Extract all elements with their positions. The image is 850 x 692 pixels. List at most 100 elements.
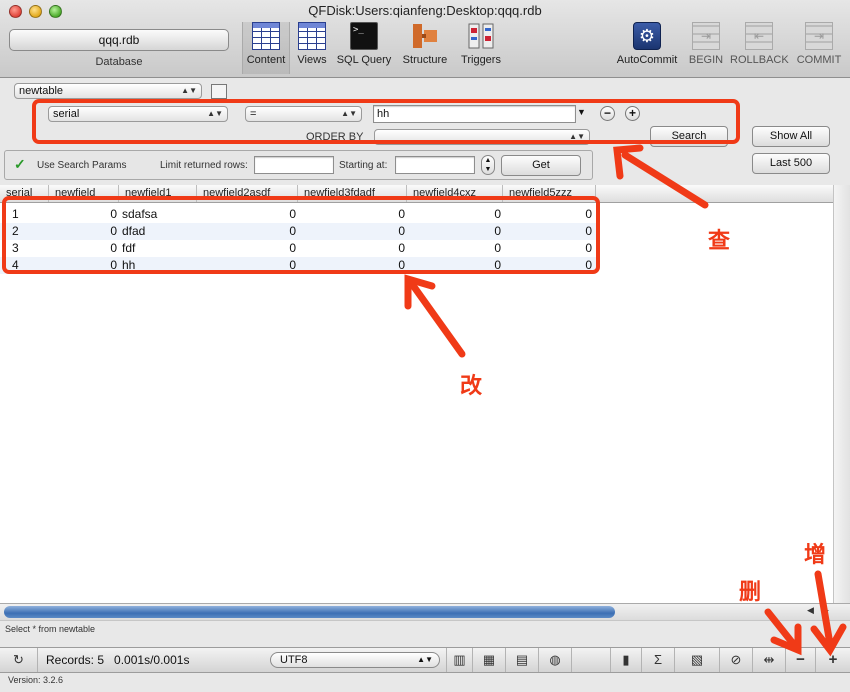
horizontal-scrollbar[interactable]: ◀ ▶ xyxy=(0,603,850,620)
table-header: serial newfield newfield1 newfield2asdf … xyxy=(0,185,833,203)
table-cell[interactable]: fdf xyxy=(122,240,196,257)
column-header[interactable]: newfield1 xyxy=(119,185,197,202)
toolbar-commit-button[interactable]: ⇥ COMMIT xyxy=(794,22,844,74)
table-cell[interactable]: 1 xyxy=(12,206,48,223)
delete-row-button[interactable]: − xyxy=(786,648,816,672)
table-cell[interactable]: sdafsa xyxy=(122,206,196,223)
table-cell[interactable]: 0 xyxy=(298,206,407,223)
table-cell[interactable]: 0 xyxy=(197,240,298,257)
table-cell[interactable]: 3 xyxy=(12,240,48,257)
toolbar-structure-button[interactable]: Structure xyxy=(398,22,452,74)
toolbar-commit-label: COMMIT xyxy=(796,54,842,66)
table-cell[interactable]: 0 xyxy=(298,257,407,274)
toolbar-sql-query-button[interactable]: >_ SQL Query xyxy=(334,22,394,74)
horizontal-scroll-thumb[interactable] xyxy=(4,606,615,618)
table-cell[interactable]: 0 xyxy=(298,223,407,240)
column-header[interactable]: newfield5zzz xyxy=(503,185,596,202)
modify-annotation: 改 xyxy=(460,374,483,399)
remove-criteria-button[interactable]: − xyxy=(600,106,615,121)
add-annotation: 增 xyxy=(804,543,827,568)
checkmark-icon[interactable]: ✓ xyxy=(14,156,26,173)
refresh-icon[interactable]: ↻ xyxy=(0,648,38,672)
get-button[interactable]: Get xyxy=(501,155,581,176)
add-row-button[interactable]: + xyxy=(816,648,850,672)
commit-icon: ⇥ xyxy=(805,22,833,50)
toolbar-triggers-button[interactable]: Triggers xyxy=(456,22,506,74)
table-cell[interactable]: 0 xyxy=(49,257,119,274)
duplicate-row-icon[interactable]: ⇹ xyxy=(753,648,786,672)
last-500-button[interactable]: Last 500 xyxy=(752,153,830,174)
table-row[interactable]: 2 0 dfad 0 0 0 0 xyxy=(0,223,596,240)
search-value-input[interactable]: hh xyxy=(373,105,576,123)
table-detail-icon[interactable]: ▧ xyxy=(675,648,720,672)
delete-annotation: 删 xyxy=(739,580,762,605)
columns-view-icon[interactable]: ▥ xyxy=(446,648,473,672)
table-cell[interactable]: hh xyxy=(122,257,196,274)
toolbar-begin-button[interactable]: ⇥ BEGIN xyxy=(688,22,724,74)
column-header[interactable]: newfield xyxy=(49,185,119,202)
grid-view-icon[interactable]: ▦ xyxy=(473,648,506,672)
table-cell[interactable]: 0 xyxy=(407,206,503,223)
table-cell[interactable]: 0 xyxy=(407,223,503,240)
table-cell[interactable]: 0 xyxy=(197,206,298,223)
table-cell[interactable]: 0 xyxy=(503,240,594,257)
database-selector-button[interactable]: qqq.rdb xyxy=(9,29,229,51)
operator-select[interactable]: = ▲▼ xyxy=(245,106,362,122)
toolbar-rollback-button[interactable]: ⇤ ROLLBACK xyxy=(730,22,789,74)
toolbar-views-button[interactable]: Views xyxy=(294,22,330,74)
column-header[interactable]: serial xyxy=(0,185,49,202)
encoding-select[interactable]: UTF8 ▲▼ xyxy=(270,652,440,668)
table-row[interactable]: 4 0 hh 0 0 0 0 xyxy=(0,257,596,274)
query-timing: 0.001s/0.001s xyxy=(114,653,190,667)
table-row[interactable]: 3 0 fdf 0 0 0 0 xyxy=(0,240,596,257)
vertical-scrollbar[interactable] xyxy=(833,185,850,603)
starting-at-stepper[interactable]: ▲ ▼ xyxy=(481,155,495,175)
table-cell[interactable]: 0 xyxy=(503,223,594,240)
globe-icon[interactable]: ◍ xyxy=(539,648,572,672)
database-label: Database xyxy=(95,56,143,68)
table-cell[interactable]: 0 xyxy=(298,240,407,257)
toolbar-autocommit-button[interactable]: ⚙ AutoCommit xyxy=(612,22,682,74)
table-cell[interactable]: 2 xyxy=(12,223,48,240)
toolbar-sql-query-label: SQL Query xyxy=(336,54,392,66)
table-cell[interactable]: 0 xyxy=(407,240,503,257)
column-header[interactable]: newfield2asdf xyxy=(197,185,298,202)
add-criteria-button[interactable]: + xyxy=(625,106,640,121)
scroll-right-icon[interactable]: ▶ xyxy=(822,605,829,616)
search-button[interactable]: Search xyxy=(650,126,728,147)
table-cell[interactable]: 0 xyxy=(49,240,119,257)
filter-icon[interactable] xyxy=(211,84,227,99)
show-all-button[interactable]: Show All xyxy=(752,126,830,147)
chevron-updown-icon: ▲▼ xyxy=(181,86,197,95)
field-select[interactable]: serial ▲▼ xyxy=(48,106,228,122)
chart-view-icon[interactable]: ▤ xyxy=(506,648,539,672)
limit-rows-input[interactable] xyxy=(254,156,334,174)
table-row[interactable]: 1 0 sdafsa 0 0 0 0 xyxy=(0,206,596,223)
table-cell[interactable]: 0 xyxy=(503,206,594,223)
table-cell[interactable]: 0 xyxy=(503,257,594,274)
starting-at-input[interactable] xyxy=(395,156,475,174)
table-cell[interactable]: 0 xyxy=(407,257,503,274)
table-cell[interactable]: 0 xyxy=(197,257,298,274)
table-cell[interactable]: dfad xyxy=(122,223,196,240)
content-icon xyxy=(252,22,280,50)
column-header[interactable]: newfield4cxz xyxy=(407,185,503,202)
order-by-select[interactable]: ▲▼ xyxy=(374,129,590,145)
value-dropdown-icon[interactable]: ▼ xyxy=(577,107,586,117)
table-select[interactable]: newtable ▲▼ xyxy=(14,83,202,99)
column-header[interactable]: newfield3fdadf xyxy=(298,185,407,202)
table-cell[interactable]: 4 xyxy=(12,257,48,274)
toolbar-autocommit-label: AutoCommit xyxy=(616,54,678,66)
sigma-icon[interactable]: Σ xyxy=(642,648,675,672)
cancel-icon[interactable]: ⊘ xyxy=(720,648,753,672)
records-count: Records: 5 xyxy=(46,653,105,667)
scroll-left-icon[interactable]: ◀ xyxy=(807,605,814,616)
chevron-updown-icon: ▲▼ xyxy=(417,655,433,664)
toolbar-content-button[interactable]: Content xyxy=(242,22,290,74)
table-cell[interactable]: 0 xyxy=(49,223,119,240)
gear-icon: ⚙ xyxy=(633,22,661,50)
views-icon xyxy=(298,22,326,50)
table-cell[interactable]: 0 xyxy=(197,223,298,240)
table-cell[interactable]: 0 xyxy=(49,206,119,223)
clipboard-icon[interactable]: ▮ xyxy=(610,648,642,672)
